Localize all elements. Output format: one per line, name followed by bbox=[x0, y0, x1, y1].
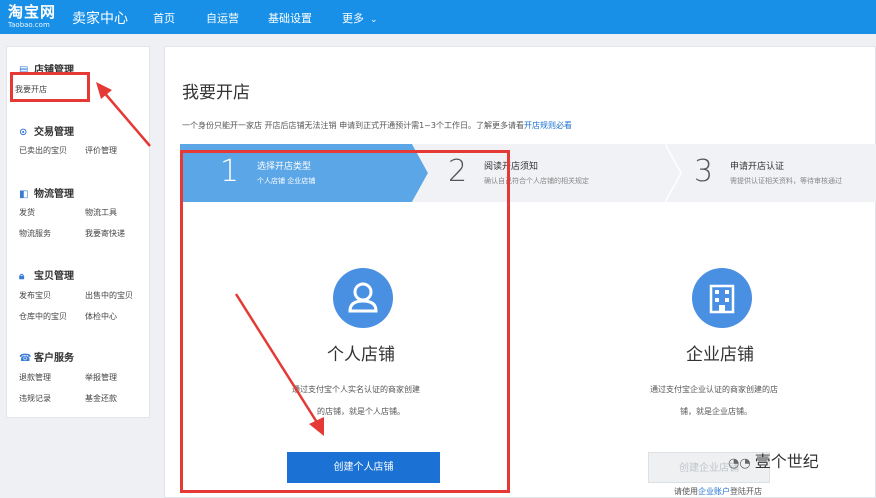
arrow-line-sidebar bbox=[101, 89, 151, 147]
watermark-text: 壹个世纪 bbox=[754, 452, 819, 471]
annotation-arrows bbox=[96, 82, 324, 436]
arrow-line-button bbox=[234, 293, 320, 425]
wechat-icon: ◔◔ bbox=[728, 456, 751, 471]
arrowhead-sidebar bbox=[96, 82, 112, 99]
watermark: ◔◔ 壹个世纪 bbox=[728, 448, 819, 472]
